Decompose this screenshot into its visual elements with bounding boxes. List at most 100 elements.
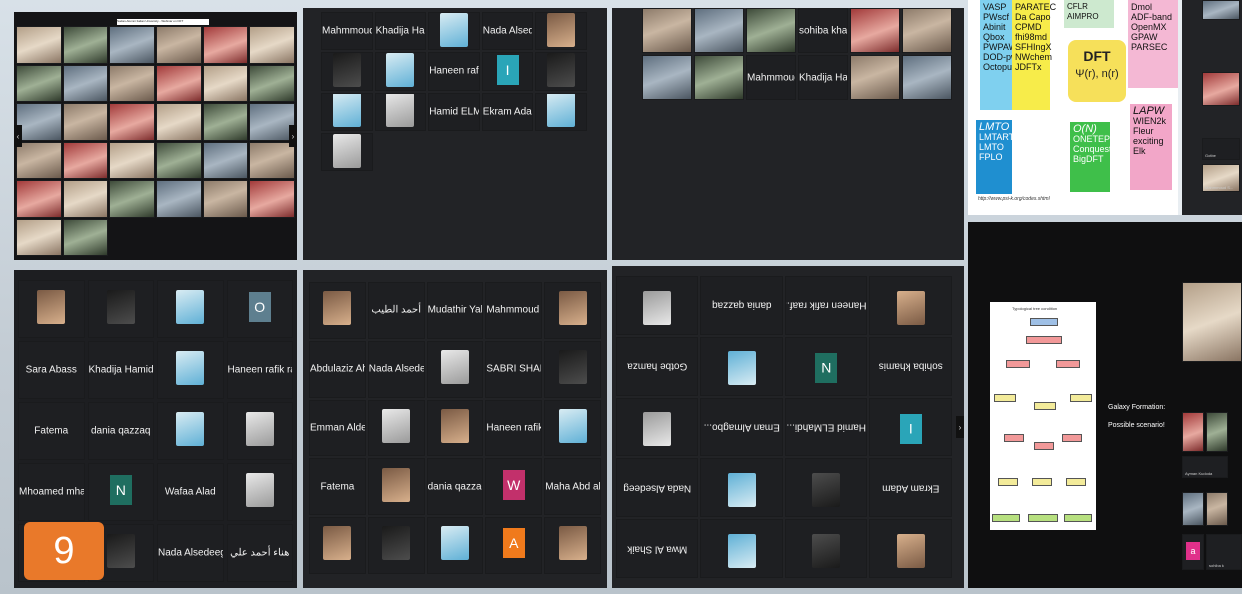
participant-name: Eman Almagbo... [703,421,780,433]
participant-tile: Mahmmoud Salih [746,55,796,101]
page-arrow[interactable]: › [956,416,964,438]
zoom-gallery-panel-2: Mahmmoud SalihKhadija Hamid Nada Alsedeeg… [303,8,607,260]
next-page-arrow[interactable]: › [289,125,297,147]
participant-photo [558,408,587,443]
participant-photo [106,289,135,324]
participant-name: Mahmmoud Salih [486,304,541,316]
participant-tile [62,218,109,256]
participant-name: Fatema [34,425,69,437]
participant-tile [109,64,155,102]
participant-tile: dania qazzaq [87,402,154,460]
participant-tile [321,52,373,91]
participant-tile: Haneen rafik raafat [428,52,480,91]
participant-tile: sohiba khamis [869,336,952,396]
participant-tile [249,180,295,218]
participant-grid: أحمد الطيب Mudathir YahyaMahmmoud Salih Ab… [309,282,601,574]
participant-tile [367,399,425,457]
lapw-title: LAPW [1133,105,1165,117]
flow-node [1066,478,1086,486]
participant-photo [896,533,925,568]
participant-tile [109,180,155,218]
participant-tile: Nada Alsedeeg [157,524,224,582]
participant-tile [157,402,224,460]
participant-tile [850,8,900,54]
order-n-box: O(N) ONETEP Conquest BigDFT [1070,122,1112,192]
participant-tile: Nada Alsedeeg [367,340,425,398]
participant-tile: O [226,280,293,338]
participant-tile: Gotbe [1202,138,1240,160]
participant-tile: sohiba khamis [798,8,848,54]
participant-tile [109,103,155,141]
participant-tile [202,26,249,64]
participant-tile [62,64,109,102]
participant-tile [249,64,295,102]
participant-photo [37,289,66,324]
flow-node [1034,442,1054,450]
participant-tile: Fatema [18,402,85,460]
participant-tile [1182,412,1204,452]
flowchart-slide: Typological tree condition [990,302,1096,530]
participant-tile: Maha Abd alsalam [544,458,601,516]
zoom-gallery-panel-1: Sudan-Alumni Italian University - Webina… [14,12,297,260]
participant-name: Khadija Hamid [799,72,848,84]
participant-photo [812,473,841,508]
dft-formula: Ψ(r), n(r) [1075,68,1119,80]
participant-tile [374,52,427,91]
participant-photo [727,351,756,386]
shared-screen-panel-dft: VASP PWscf Abinit Qbox PWPAW DOD-pw Octo… [968,0,1242,215]
participant-tile: a [1182,534,1204,570]
participant-name: Maha Abd alsalam [545,481,601,493]
participant-photo [323,291,352,326]
participant-name: Mahmmoud Salih [322,25,373,37]
participant-tile [746,8,796,54]
participant-tile [202,141,249,179]
participant-tile: Sara Abass [18,341,85,399]
participant-tile [309,282,366,339]
participant-name: Mhoamed mhadi [19,486,84,498]
participant-tile [869,276,952,335]
participant-tile: sohiba k [1206,534,1242,570]
participant-tile [156,26,202,64]
participant-tile [374,92,427,131]
participant-tile: Khadija Hamid [87,341,154,399]
participant-grid: Mwa Al Shaik Ekram Adam Nada Alsedeeg I Hami… [616,276,952,578]
avatar-letter: a [1186,541,1200,560]
participant-tile: Nada Alsedeeg [616,458,699,518]
participant-name: SABRI SHARIF [486,363,541,375]
participant-name: sohiba khamis [799,25,848,37]
participant-name: Mahmmoud Salih [747,72,796,84]
flow-node [1064,514,1092,522]
participant-tile [544,399,601,457]
flow-node [1006,360,1030,368]
participant-tile: Mahmmoud Salih [321,12,373,51]
participant-tile [62,180,109,218]
participant-tile [642,8,692,54]
participant-photo [176,289,205,324]
zoom-gallery-panel-3: sohiba khamis Mahmmoud SalihKhadija Hamid [612,8,964,260]
participant-tile: N [785,336,868,396]
participant-tile [785,519,868,578]
participant-tile [321,132,373,172]
avatar-letter: I [899,414,922,445]
participant-tile [226,402,293,460]
participant-tile [1202,0,1240,20]
participant-tile [694,8,744,54]
flow-node [1004,434,1024,442]
meeting-banner: Sudan-Alumni Italian University - Webina… [117,19,209,25]
participant-photo [382,526,411,561]
flow-node [1070,394,1092,402]
participant-name: Haneen rafik raaf... [227,364,293,376]
participant-tile: A [485,517,543,574]
prev-page-arrow[interactable]: ‹ [14,125,22,147]
participant-tile: Khadija Hamid [374,12,427,51]
slide-caption-line2: Possible scenario! [1108,422,1165,429]
participant-tile: Nada Alsedeeg [481,12,534,51]
participant-tile [1206,412,1228,452]
participant-tile [109,26,155,64]
flow-node [1062,434,1082,442]
participant-name: dania qazzaq [91,425,151,437]
participant-tile [157,341,224,399]
participant-photo [812,533,841,568]
participant-photo [643,412,672,447]
flow-node [1030,318,1058,326]
